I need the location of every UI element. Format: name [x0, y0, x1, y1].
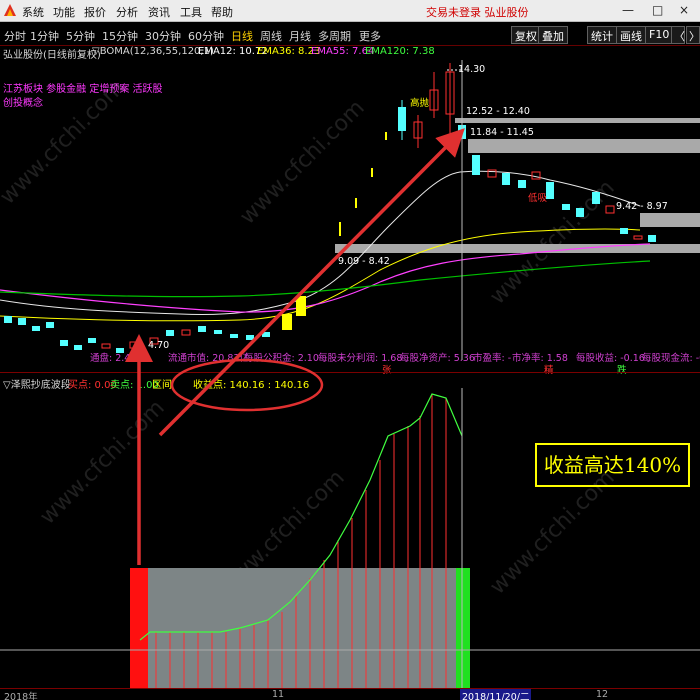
date-start: 2018年 — [4, 692, 38, 700]
annotation-overlay — [125, 128, 465, 565]
diagonal-arrow — [158, 128, 465, 437]
date-axis: 2018年 11 2018/11/20/二 12 — [0, 688, 700, 700]
date-month-11: 11 — [272, 689, 285, 700]
cursor-date: 2018/11/20/二 — [460, 689, 532, 700]
date-month-12: 12 — [596, 689, 609, 700]
